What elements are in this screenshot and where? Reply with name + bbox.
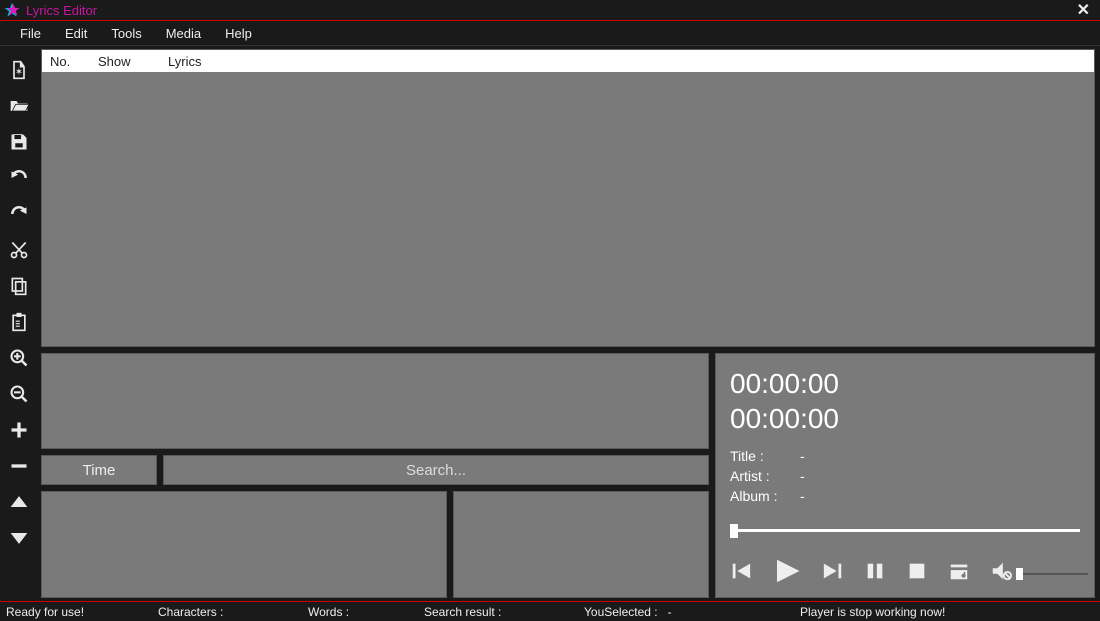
remove-button[interactable] — [3, 448, 35, 484]
player-time-current: 00:00:00 — [730, 366, 1080, 401]
play-button[interactable] — [772, 556, 802, 591]
search-input[interactable]: Search... — [163, 455, 709, 485]
menu-tools[interactable]: Tools — [99, 26, 153, 41]
zoom-out-button[interactable] — [3, 376, 35, 412]
add-button[interactable] — [3, 412, 35, 448]
mute-button[interactable] — [990, 560, 1012, 587]
cut-button[interactable] — [3, 232, 35, 268]
close-button[interactable]: ✕ — [1071, 0, 1096, 20]
menu-file[interactable]: File — [8, 26, 53, 41]
column-header-show[interactable]: Show — [90, 54, 160, 69]
meta-album-value: - — [800, 488, 805, 504]
status-search-result: Search result : — [424, 605, 584, 619]
status-player-message: Player is stop working now! — [800, 605, 1100, 619]
undo-button[interactable] — [3, 160, 35, 196]
prev-button[interactable] — [730, 560, 752, 587]
svg-text:✶: ✶ — [15, 67, 23, 78]
player-panel: 00:00:00 00:00:00 Title : - Artist : - Alb… — [715, 353, 1095, 598]
meta-artist-value: - — [800, 468, 805, 484]
vertical-toolbar: ✶ — [0, 46, 38, 601]
secondary-panel — [453, 491, 709, 598]
move-down-button[interactable] — [3, 520, 35, 556]
lyrics-grid[interactable]: No. Show Lyrics — [41, 49, 1095, 347]
titlebar: Lyrics Editor ✕ — [0, 0, 1100, 21]
window-title: Lyrics Editor — [26, 3, 1071, 18]
open-file-button[interactable] — [3, 88, 35, 124]
preview-panel — [41, 353, 709, 449]
meta-title-label: Title : — [730, 448, 778, 464]
volume-slider[interactable] — [1016, 572, 1088, 576]
statusbar: Ready for use! Characters : Words : Sear… — [0, 601, 1100, 621]
app-logo-icon — [4, 2, 20, 18]
paste-button[interactable] — [3, 304, 35, 340]
playlist-button[interactable] — [948, 560, 970, 587]
time-button[interactable]: Time — [41, 455, 157, 485]
stop-button[interactable] — [906, 560, 928, 587]
status-words: Words : — [308, 605, 424, 619]
copy-button[interactable] — [3, 268, 35, 304]
status-ready: Ready for use! — [0, 605, 158, 619]
status-characters: Characters : — [158, 605, 308, 619]
menu-media[interactable]: Media — [154, 26, 213, 41]
save-button[interactable] — [3, 124, 35, 160]
new-file-button[interactable]: ✶ — [3, 52, 35, 88]
column-header-no[interactable]: No. — [42, 54, 90, 69]
search-results-panel[interactable] — [41, 491, 447, 598]
redo-button[interactable] — [3, 196, 35, 232]
menubar: File Edit Tools Media Help — [0, 21, 1100, 46]
menu-edit[interactable]: Edit — [53, 26, 99, 41]
meta-album-label: Album : — [730, 488, 778, 504]
move-up-button[interactable] — [3, 484, 35, 520]
pause-button[interactable] — [864, 560, 886, 587]
menu-help[interactable]: Help — [213, 26, 264, 41]
seek-slider[interactable] — [730, 522, 1080, 538]
meta-artist-label: Artist : — [730, 468, 778, 484]
next-button[interactable] — [822, 560, 844, 587]
lyrics-grid-header: No. Show Lyrics — [42, 50, 1094, 72]
column-header-lyrics[interactable]: Lyrics — [160, 54, 822, 69]
status-you-selected: YouSelected : - — [584, 605, 800, 619]
zoom-in-button[interactable] — [3, 340, 35, 376]
player-time-total: 00:00:00 — [730, 401, 1080, 436]
meta-title-value: - — [800, 448, 805, 464]
